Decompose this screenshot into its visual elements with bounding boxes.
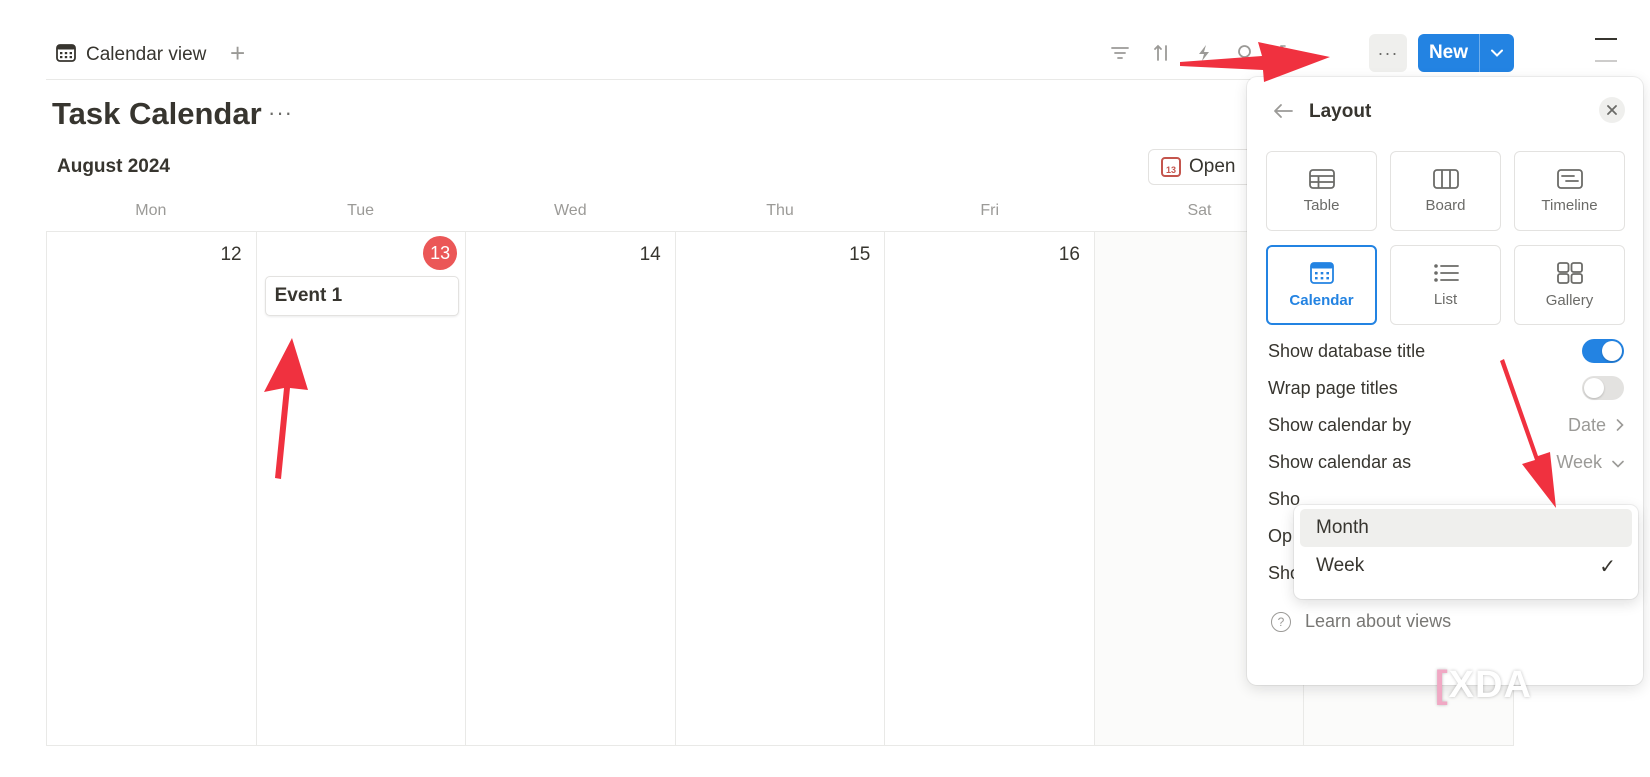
- day-number: 12: [220, 244, 242, 265]
- search-icon[interactable]: [1234, 41, 1258, 65]
- setting-wrap-page-titles: Wrap page titles: [1268, 373, 1624, 403]
- layout-label: Board: [1425, 196, 1466, 214]
- month-label: August 2024: [57, 156, 170, 177]
- database-toolbar: [1108, 38, 1300, 68]
- setting-show-calendar-as[interactable]: Show calendar as Week: [1268, 447, 1624, 477]
- page-title: Task Calendar: [52, 96, 262, 131]
- wrap-page-titles-toggle[interactable]: [1582, 376, 1624, 400]
- checkmark-icon: ✓: [1599, 555, 1616, 578]
- day-number: 16: [1058, 244, 1080, 265]
- dropdown-option-week[interactable]: Week ✓: [1300, 547, 1632, 585]
- learn-label: Learn about views: [1305, 611, 1452, 631]
- new-button-group: New: [1418, 34, 1514, 72]
- sidebar-toggle-icon[interactable]: [1595, 38, 1617, 64]
- show-database-title-toggle[interactable]: [1582, 339, 1624, 363]
- setting-label: Sho: [1268, 488, 1301, 509]
- day-number: 14: [639, 244, 661, 265]
- list-icon: [1433, 263, 1459, 283]
- timeline-icon: [1556, 168, 1583, 189]
- open-calendar-button[interactable]: 13 Open: [1148, 149, 1258, 185]
- setting-value: Week: [1556, 452, 1624, 473]
- setting-label: Wrap page titles: [1268, 377, 1398, 398]
- xda-watermark-logo: [XDA: [1435, 664, 1532, 706]
- day-cell[interactable]: 15: [676, 232, 886, 745]
- title-more-button[interactable]: ···: [268, 100, 293, 126]
- layout-label: List: [1433, 290, 1458, 308]
- panel-title: Layout: [1309, 101, 1372, 122]
- more-options-button[interactable]: ···: [1369, 34, 1407, 72]
- layout-option-list[interactable]: List: [1390, 245, 1501, 325]
- day-cell[interactable]: 12: [47, 232, 257, 745]
- chevron-down-icon: [1612, 452, 1624, 473]
- back-arrow-icon[interactable]: [1273, 99, 1293, 125]
- setting-show-database-title: Show database title: [1268, 336, 1624, 366]
- day-number: 15: [849, 244, 871, 265]
- calendar-icon: [56, 43, 76, 67]
- setting-value: Date: [1568, 415, 1624, 436]
- tab-label: Calendar view: [86, 44, 207, 65]
- weekday-header: Fri: [980, 202, 1000, 219]
- chevron-down-icon: [1491, 44, 1503, 62]
- calendar-icon: [1309, 261, 1334, 284]
- layout-label: Calendar: [1289, 291, 1354, 309]
- layout-option-calendar[interactable]: Calendar: [1266, 245, 1377, 325]
- layout-option-board[interactable]: Board: [1390, 151, 1501, 231]
- weekday-header: Wed: [553, 202, 587, 219]
- board-icon: [1432, 168, 1459, 189]
- day-cell[interactable]: 16: [885, 232, 1095, 745]
- setting-label: Show calendar as: [1268, 451, 1412, 472]
- show-calendar-as-value: Week: [1556, 451, 1602, 472]
- layout-options: Table Board Timeline Calendar List Galle…: [1266, 151, 1630, 325]
- setting-label: Op: [1268, 525, 1293, 546]
- open-label: Open: [1189, 156, 1236, 177]
- table-icon: [1308, 168, 1335, 189]
- learn-about-views-link[interactable]: ? Learn about views: [1271, 611, 1451, 632]
- event-card[interactable]: Event 1: [264, 276, 459, 316]
- setting-label: Show calendar by: [1268, 414, 1412, 435]
- weekday-header: Mon: [135, 202, 167, 219]
- option-label: Week: [1316, 555, 1365, 576]
- weekday-header: Tue: [347, 202, 375, 219]
- option-label: Month: [1316, 517, 1369, 538]
- layout-label: Gallery: [1545, 291, 1594, 309]
- tab-calendar-view[interactable]: Calendar view: [56, 40, 206, 70]
- help-icon: ?: [1271, 611, 1291, 632]
- sort-icon[interactable]: [1150, 41, 1174, 65]
- automation-icon[interactable]: [1192, 41, 1216, 65]
- calendar-as-dropdown: Month Week ✓: [1294, 505, 1638, 599]
- layout-option-gallery[interactable]: Gallery: [1514, 245, 1625, 325]
- setting-label: Show database title: [1268, 340, 1426, 361]
- expand-icon[interactable]: [1276, 41, 1300, 65]
- today-badge: 13: [423, 236, 458, 270]
- dropdown-option-month[interactable]: Month: [1300, 509, 1632, 547]
- filter-icon[interactable]: [1108, 41, 1132, 65]
- setting-show-calendar-by[interactable]: Show calendar by Date: [1268, 410, 1624, 440]
- layout-option-timeline[interactable]: Timeline: [1514, 151, 1625, 231]
- new-button[interactable]: New: [1418, 34, 1480, 72]
- day-cell-today[interactable]: 13 Event 1: [257, 232, 467, 745]
- calendar-date-icon: 13: [1161, 157, 1181, 177]
- close-icon[interactable]: [1599, 97, 1625, 123]
- add-view-button[interactable]: +: [230, 38, 245, 68]
- layout-option-table[interactable]: Table: [1266, 151, 1377, 231]
- gallery-icon: [1556, 261, 1583, 284]
- watermark-text: XDA: [1448, 664, 1532, 706]
- layout-label: Timeline: [1541, 196, 1598, 214]
- weekday-header: Thu: [766, 202, 794, 219]
- day-cell[interactable]: 14: [466, 232, 676, 745]
- chevron-right-icon: [1616, 415, 1624, 436]
- show-calendar-by-value: Date: [1567, 414, 1606, 435]
- layout-label: Table: [1303, 196, 1340, 214]
- new-dropdown-button[interactable]: [1480, 34, 1514, 72]
